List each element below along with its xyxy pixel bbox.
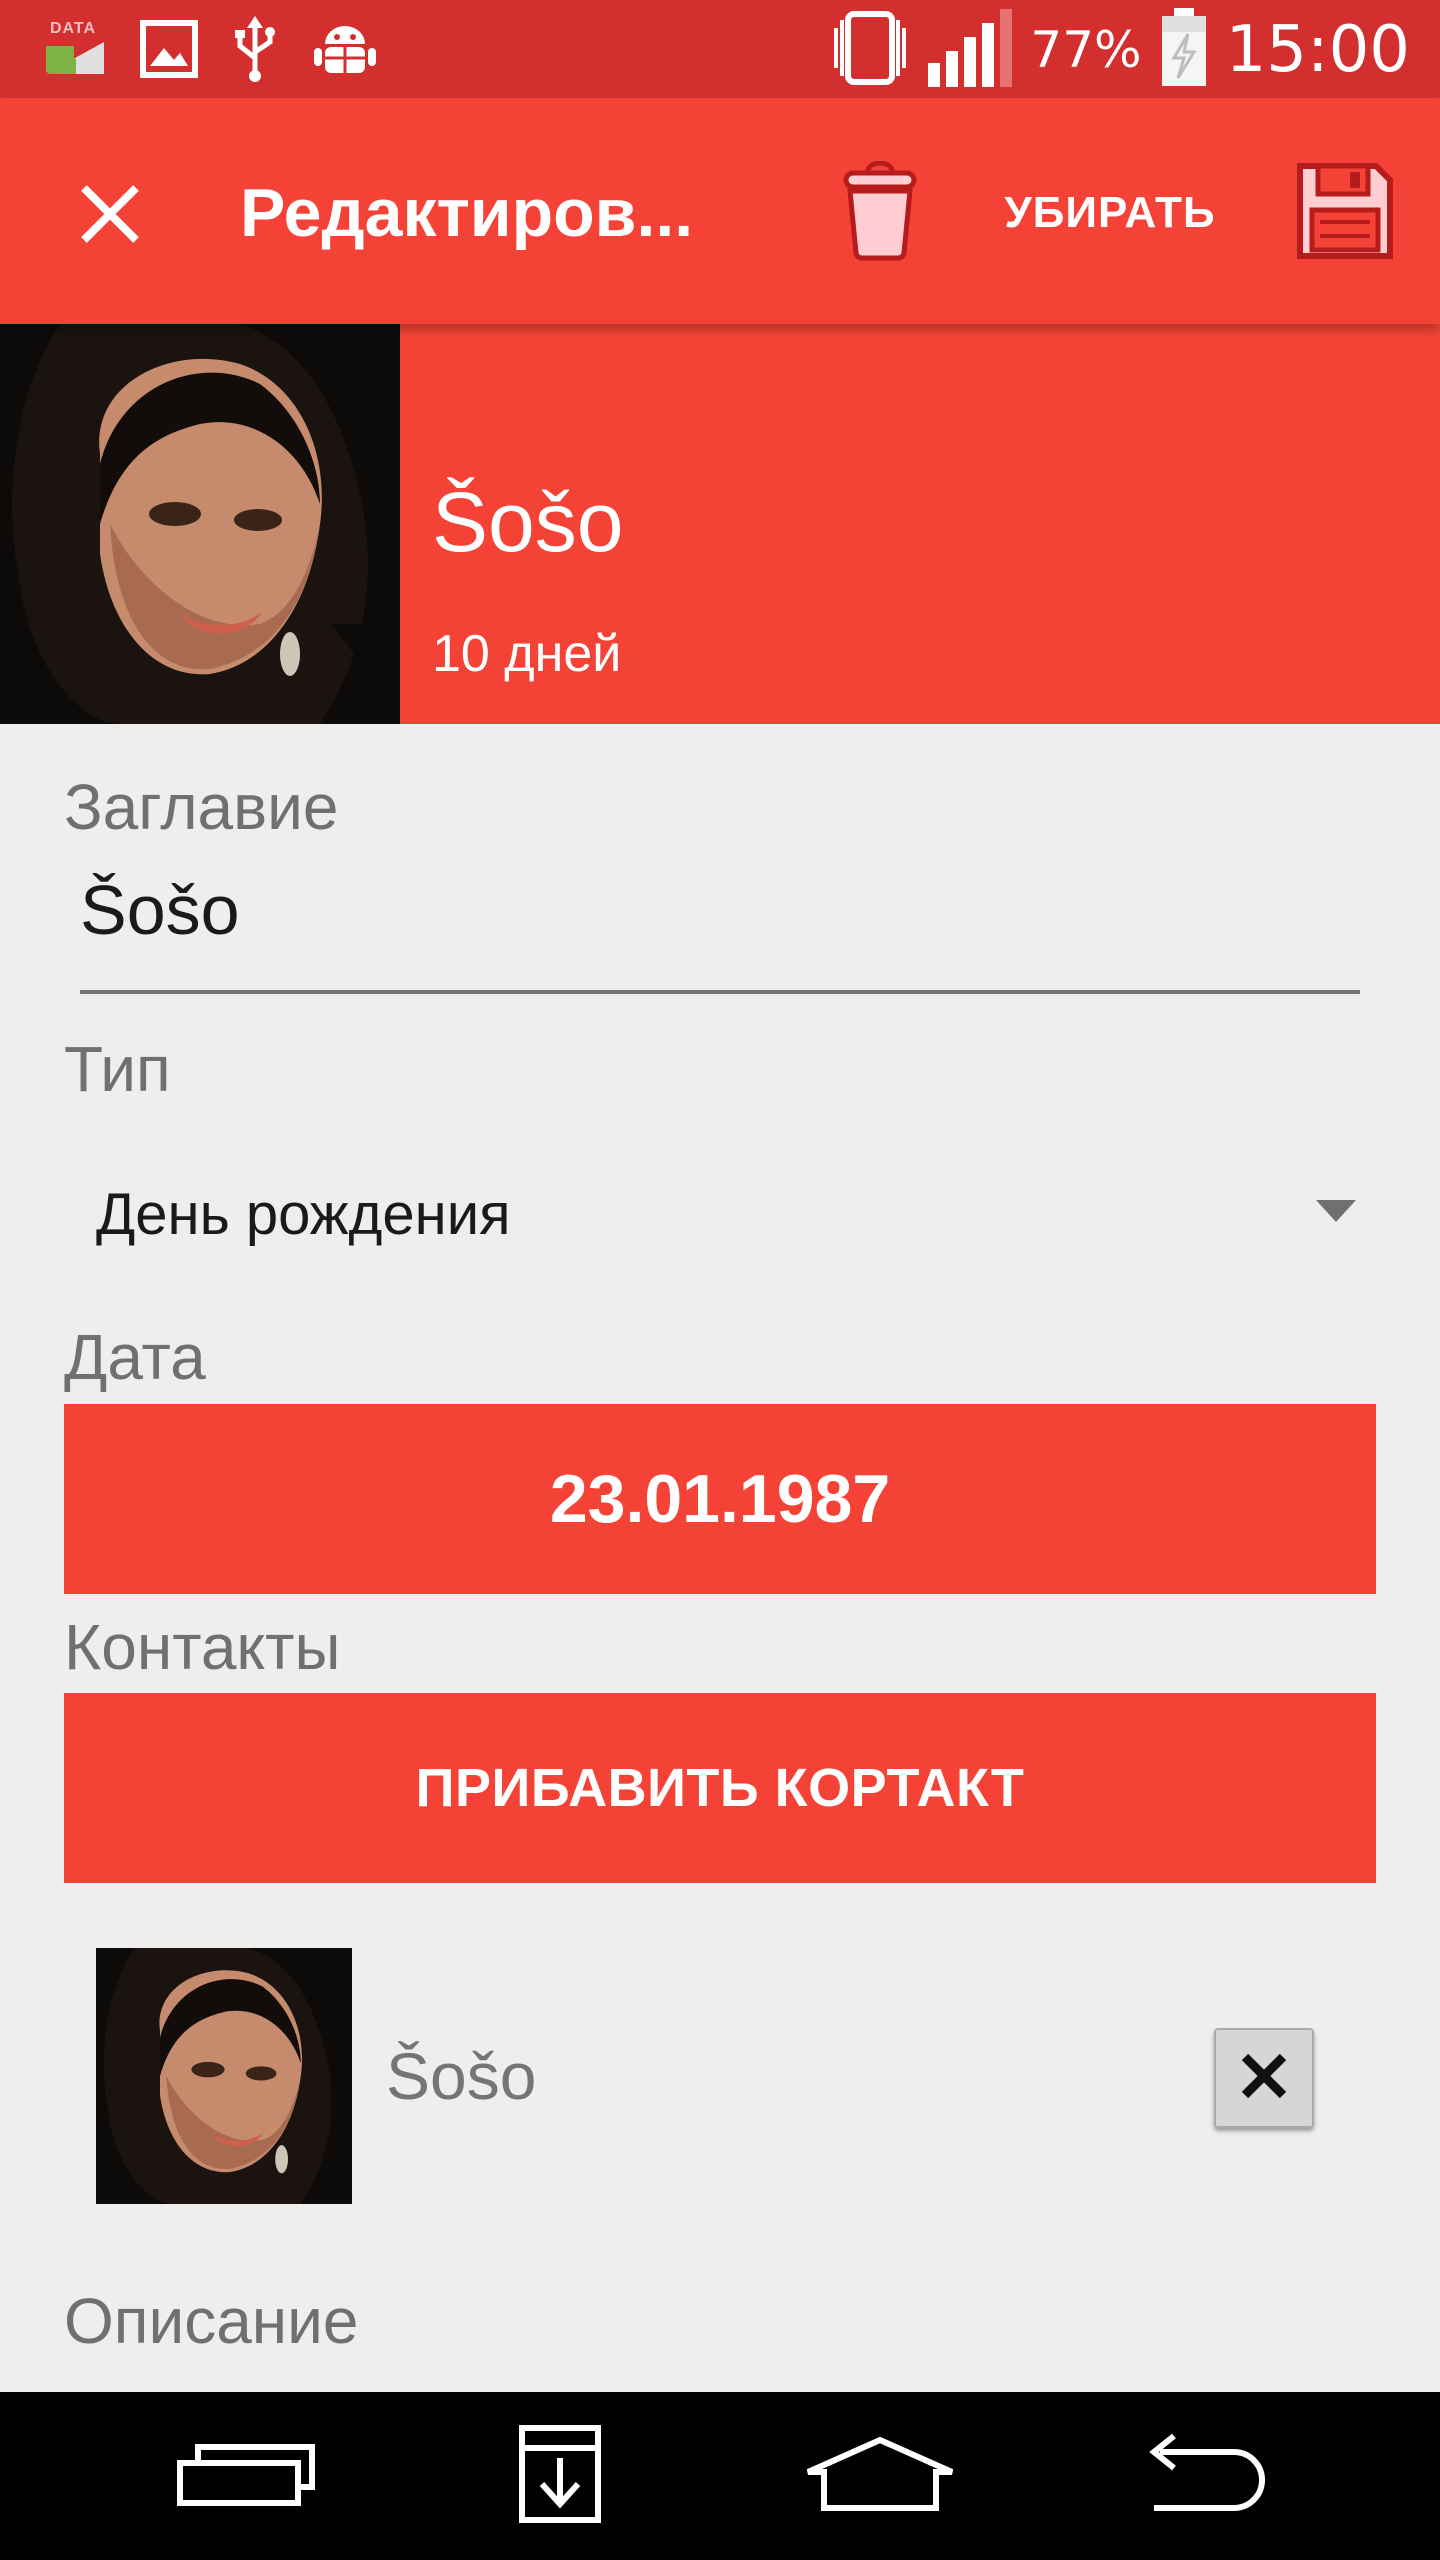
- days-until: 10 дней: [432, 625, 622, 683]
- title-input[interactable]: Šošo: [80, 870, 240, 950]
- close-icon: [1239, 2051, 1289, 2106]
- contact-photo[interactable]: [0, 324, 400, 724]
- title-input-underline: [80, 990, 1360, 994]
- navigation-bar: [0, 2392, 1440, 2560]
- close-icon: [80, 184, 140, 249]
- event-header: Šošo 10 дней: [0, 324, 1440, 724]
- clock: 15:00: [1225, 13, 1410, 87]
- download-button[interactable]: [480, 2424, 640, 2529]
- type-selected-value: День рождения: [96, 1182, 511, 1247]
- dropdown-arrow-icon: [1316, 1200, 1356, 1224]
- type-label: Тип: [64, 1033, 171, 1105]
- delete-button[interactable]: [830, 158, 930, 268]
- close-button[interactable]: [60, 166, 160, 266]
- data-label: DATA: [50, 20, 97, 37]
- battery-percent: 77%: [1030, 21, 1142, 79]
- vibrate-icon: [830, 10, 910, 91]
- title-label: Заглавие: [64, 771, 339, 843]
- date-picker-button[interactable]: 23.01.1987: [64, 1404, 1376, 1594]
- page-title: Редактиров...: [240, 175, 694, 251]
- contact-list-item: Šošo: [96, 1948, 1366, 2208]
- remove-button[interactable]: УБИРАТЬ: [990, 178, 1230, 248]
- signal-icon: [928, 8, 1013, 92]
- recent-apps-icon: [176, 2441, 316, 2512]
- date-label: Дата: [64, 1321, 206, 1393]
- download-icon: [518, 2424, 602, 2529]
- recent-apps-button[interactable]: [166, 2426, 326, 2526]
- contact-name: Šošo: [386, 2039, 537, 2113]
- description-label: Описание: [64, 2285, 359, 2357]
- home-icon: [802, 2436, 958, 2517]
- home-button[interactable]: [800, 2426, 960, 2526]
- trash-icon: [842, 160, 918, 266]
- save-icon: [1296, 162, 1394, 265]
- gallery-icon: [140, 19, 198, 83]
- status-bar: DATA 77% 15:00: [0, 0, 1440, 98]
- battery-charging-icon: [1160, 7, 1208, 93]
- android-debug-icon: [312, 20, 378, 83]
- notification-icons: DATA: [44, 15, 378, 87]
- contacts-label: Контакты: [64, 1611, 341, 1683]
- remove-contact-button[interactable]: [1214, 2028, 1314, 2128]
- contact-avatar: [96, 1948, 352, 2204]
- save-button[interactable]: [1290, 158, 1400, 268]
- system-icons: 77% 15:00: [830, 7, 1410, 93]
- type-dropdown[interactable]: День рождения: [96, 1170, 1366, 1260]
- app-bar: Редактиров... УБИРАТЬ: [0, 98, 1440, 324]
- event-name: Šošo: [432, 475, 624, 569]
- back-icon: [1130, 2433, 1270, 2519]
- back-button[interactable]: [1120, 2426, 1280, 2526]
- data-icon: DATA: [44, 20, 106, 82]
- usb-icon: [232, 15, 278, 87]
- add-contact-button[interactable]: ПРИБАВИТЬ КОРТАКТ: [64, 1693, 1376, 1883]
